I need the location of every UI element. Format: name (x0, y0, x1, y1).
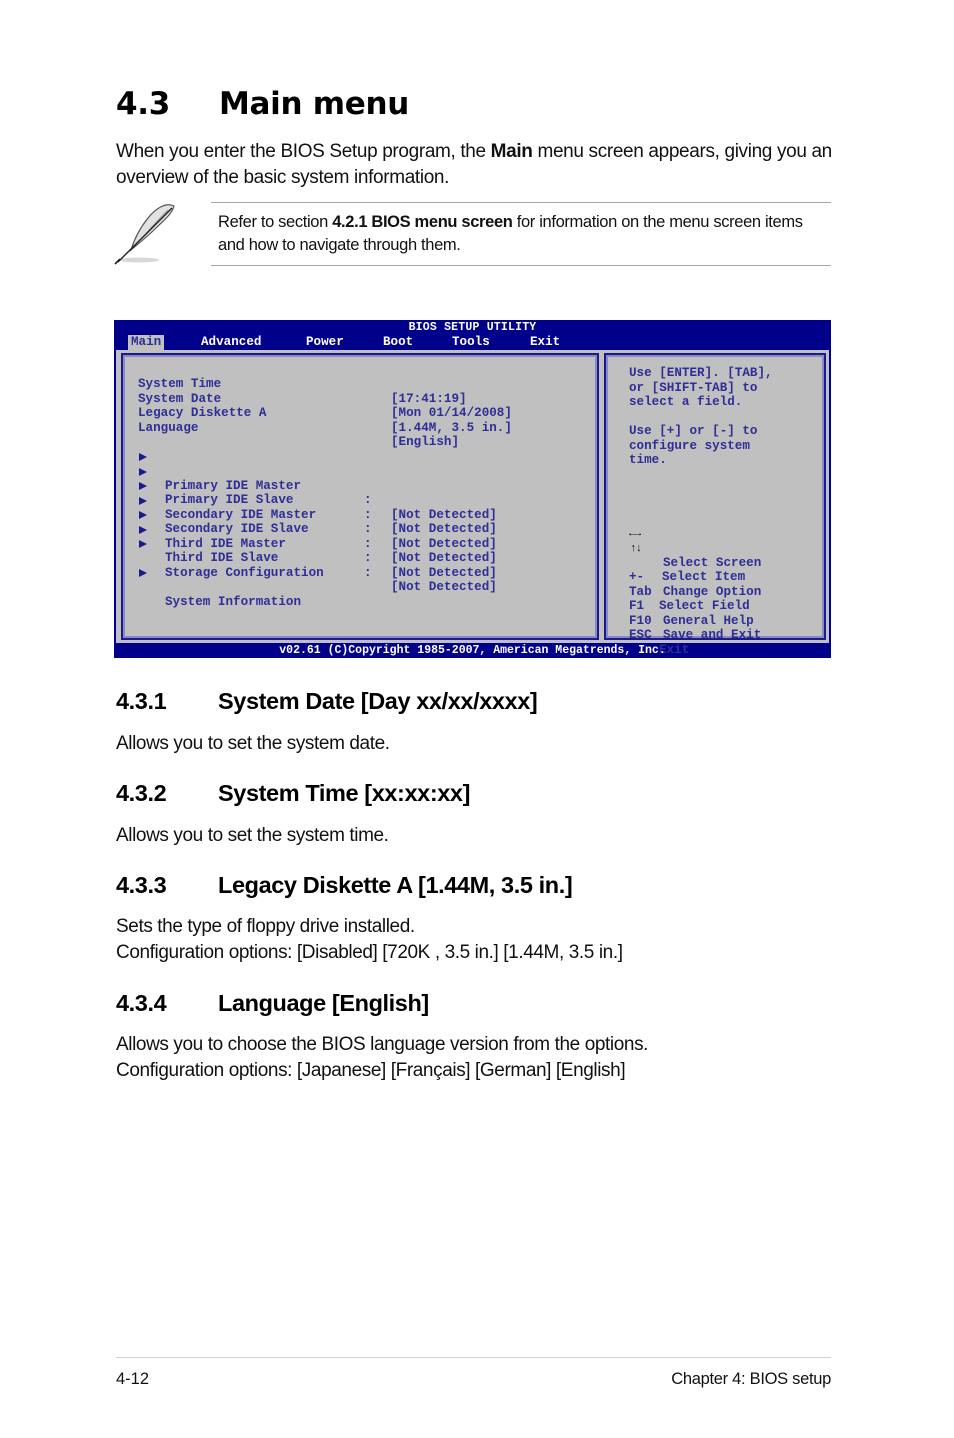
submenu-row-system-information[interactable]: System Information (138, 566, 301, 624)
submenu-separator: : (364, 565, 372, 580)
help-line: or [SHIFT-TAB] to (629, 380, 758, 395)
help-line: select a field. (629, 395, 743, 409)
key-name: ESC (629, 628, 652, 643)
submenu-value: [Not Detected] (391, 551, 497, 566)
section-title: Main menu (219, 86, 410, 122)
bios-tab-exit[interactable]: Exit (527, 335, 563, 350)
subsection-heading-4-3-2: 4.3.2 System Time [xx:xx:xx] (116, 780, 470, 807)
paragraph: Allows you to set the system date. (116, 733, 390, 754)
submenu-label: Third IDE Master (165, 536, 286, 551)
submenu-label: Storage Configuration (165, 565, 324, 580)
footer-rule (116, 1357, 831, 1358)
subsection-heading-4-3-3: 4.3.3 Legacy Diskette A [1.44M, 3.5 in.] (116, 872, 573, 899)
bios-tab-tools[interactable]: Tools (449, 335, 493, 350)
bios-tab-advanced[interactable]: Advanced (198, 335, 264, 350)
note-reference: 4.2.1 BIOS menu screen (332, 213, 513, 231)
key-action: Select Screen (663, 555, 762, 570)
submenu-arrow-icon (139, 496, 147, 505)
setting-value: [Mon 01/14/2008] (391, 406, 512, 421)
intro-bold: Main (490, 141, 533, 162)
bios-copyright: v02.61 (C)Copyright 1985-2007, American … (279, 644, 666, 657)
subsection-number: 4.3.4 (116, 990, 167, 1016)
paragraph: Allows you to set the system time. (116, 825, 389, 846)
intro-paragraph: When you enter the BIOS Setup program, t… (116, 139, 836, 191)
intro-text: When you enter the BIOS Setup program, t… (116, 141, 491, 162)
submenu-arrow-icon (139, 525, 147, 534)
submenu-arrow-icon (139, 453, 147, 461)
help-line: configure system (629, 438, 750, 453)
submenu-arrow-icon (139, 482, 147, 490)
submenu-label: Primary IDE Master (165, 478, 302, 493)
submenu-value: [Not Detected] (391, 580, 497, 595)
setting-label: Language (138, 420, 199, 435)
submenu-arrow-icon (139, 540, 147, 548)
page-number: 4-12 (116, 1370, 150, 1388)
help-line: Use [+] or [-] to (629, 424, 758, 438)
note-rule-bottom (211, 265, 831, 266)
up-down-arrows-icon: ↑↓ (630, 542, 642, 555)
submenu-value: [Not Detected] (391, 565, 497, 580)
key-action: Change Option (663, 584, 762, 599)
setting-value: [1.44M, 3.5 in.] (391, 420, 512, 435)
subsection-title: System Time [xx:xx:xx] (218, 780, 471, 806)
help-line: time. (629, 453, 667, 467)
submenu-label: Primary IDE Slave (165, 493, 294, 508)
bios-title: BIOS SETUP UTILITY (408, 321, 537, 334)
feather-pen-icon (112, 200, 182, 266)
submenu-separator: : (364, 493, 372, 508)
note-rule-top (211, 202, 831, 203)
submenu-arrow-icon (139, 511, 147, 519)
paragraph: Allows you to choose the BIOS language v… (116, 1034, 649, 1055)
subsection-title: Language [English] (218, 990, 429, 1016)
paragraph: Configuration options: [Disabled] [720K … (116, 942, 623, 963)
section-number: 4.3 (116, 86, 171, 122)
note-text-start: Refer to section (218, 213, 333, 231)
paragraph: Configuration options: [Japanese] [Franç… (116, 1060, 626, 1081)
submenu-arrow-icon (139, 467, 147, 476)
chapter-label: Chapter 4: BIOS setup (671, 1370, 831, 1388)
help-line: Use [ENTER]. [TAB], (629, 366, 773, 380)
subsection-heading-4-3-1: 4.3.1 System Date [Day xx/xx/xxxx] (116, 688, 538, 715)
submenu-separator: : (364, 551, 372, 566)
bios-tab-main[interactable]: Main (128, 335, 165, 350)
submenu-label: Third IDE Slave (165, 551, 279, 566)
submenu-value: [Not Detected] (391, 536, 497, 551)
key-action: Save and Exit (663, 628, 762, 643)
setting-value: [17:41:19] (391, 391, 467, 406)
submenu-separator: : (364, 522, 372, 537)
bios-screen: BIOS SETUP UTILITY Main Advanced Power B… (114, 320, 831, 658)
submenu-label: Secondary IDE Master (165, 507, 317, 522)
submenu-label: System Information (165, 594, 302, 609)
subsection-title: System Date [Day xx/xx/xxxx] (218, 688, 538, 714)
key-action: Select Item (662, 570, 746, 585)
key-action: General Help (663, 613, 754, 628)
key-action: Select Field (659, 599, 750, 614)
setting-value: [English] (391, 435, 460, 450)
subsection-number: 4.3.1 (116, 688, 167, 714)
note-text: Refer to section 4.2.1 BIOS menu screen … (218, 211, 828, 257)
section-heading: 4.3 Main menu (116, 86, 409, 122)
submenu-label: Secondary IDE Slave (165, 522, 309, 537)
subsection-number: 4.3.2 (116, 780, 167, 806)
paragraph: Sets the type of floppy drive installed. (116, 916, 415, 937)
submenu-separator: : (364, 536, 372, 551)
subsection-title: Legacy Diskette A [1.44M, 3.5 in.] (218, 872, 573, 898)
bios-tab-boot[interactable]: Boot (380, 335, 416, 350)
bios-tab-power[interactable]: Power (303, 335, 347, 350)
subsection-heading-4-3-4: 4.3.4 Language [English] (116, 990, 429, 1017)
submenu-value: [Not Detected] (391, 507, 497, 522)
submenu-value: [Not Detected] (391, 522, 497, 537)
submenu-separator: : (364, 507, 372, 522)
subsection-number: 4.3.3 (116, 872, 167, 898)
left-right-arrows-icon: ←→ (629, 528, 641, 540)
submenu-arrow-icon (139, 569, 147, 577)
